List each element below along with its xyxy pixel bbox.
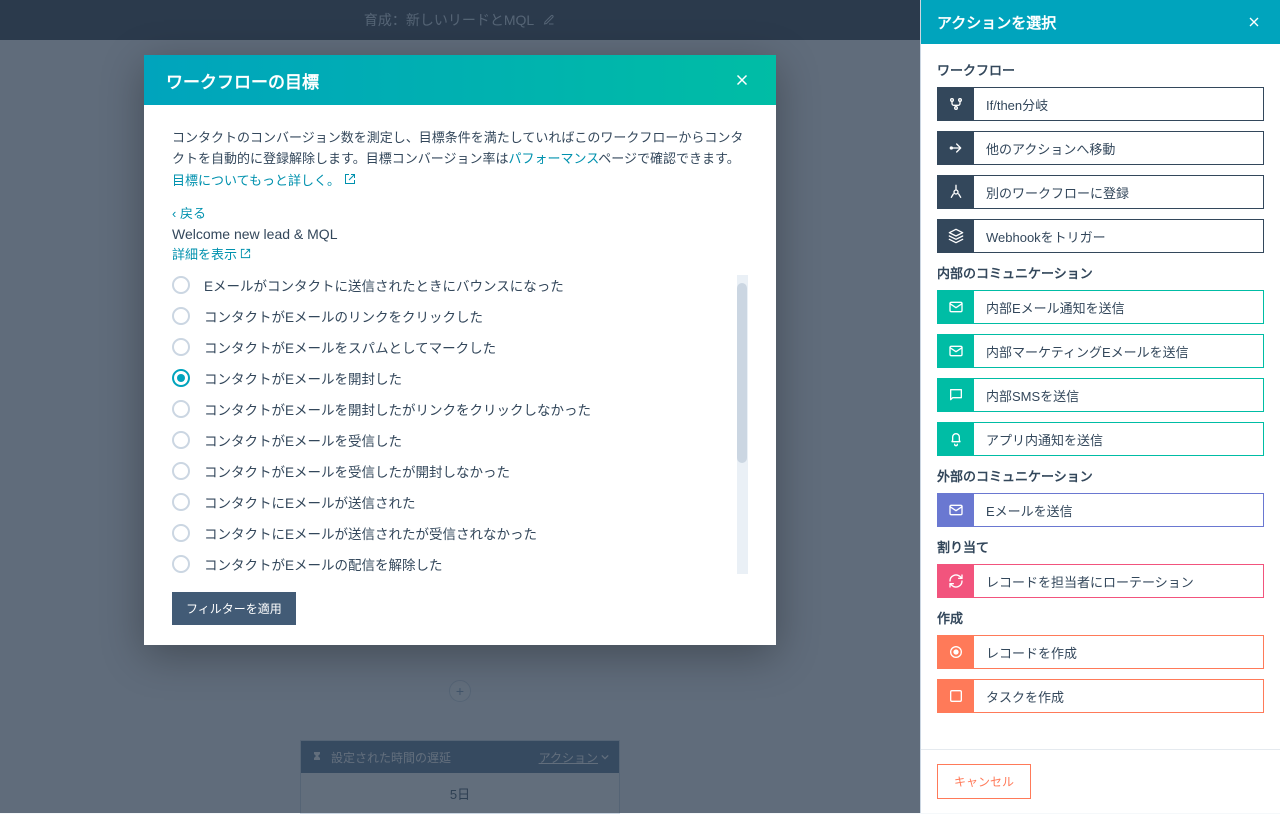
action-label: タスクを作成 bbox=[974, 680, 1263, 712]
goal-option[interactable]: コンタクトがEメールをスパムとしてマークした bbox=[172, 337, 739, 357]
cancel-button[interactable]: キャンセル bbox=[937, 764, 1031, 799]
bell-icon bbox=[938, 423, 974, 455]
mail-icon bbox=[938, 291, 974, 323]
action-label: Webhookをトリガー bbox=[974, 220, 1263, 252]
goal-option-label: コンタクトにEメールが送信された bbox=[204, 492, 416, 512]
radio-icon bbox=[172, 276, 190, 294]
goal-option-label: コンタクトにEメールが送信されたが受信されなかった bbox=[204, 523, 537, 543]
action-label: 他のアクションへ移動 bbox=[974, 132, 1263, 164]
record-icon bbox=[938, 636, 974, 668]
goal-option[interactable]: コンタクトにEメールが送信された bbox=[172, 492, 739, 512]
rotate-icon bbox=[938, 565, 974, 597]
mail-icon bbox=[938, 494, 974, 526]
action-item[interactable]: 内部マーケティングEメールを送信 bbox=[937, 334, 1264, 368]
action-item[interactable]: 別のワークフローに登録 bbox=[937, 175, 1264, 209]
goal-option-label: コンタクトがEメールをスパムとしてマークした bbox=[204, 337, 496, 357]
action-label: アプリ内通知を送信 bbox=[974, 423, 1263, 455]
goal-option[interactable]: コンタクトがEメールを開封した bbox=[172, 368, 739, 388]
section-title: 割り当て bbox=[937, 537, 1264, 556]
radio-icon bbox=[172, 431, 190, 449]
modal-header: ワークフローの目標 bbox=[144, 55, 776, 105]
goal-option[interactable]: コンタクトがEメールのリンクをクリックした bbox=[172, 306, 739, 326]
show-details-link[interactable]: 詳細を表示 bbox=[172, 244, 251, 263]
scrollbar-thumb[interactable] bbox=[737, 283, 747, 463]
action-item[interactable]: Eメールを送信 bbox=[937, 493, 1264, 527]
action-label: レコードを担当者にローテーション bbox=[974, 565, 1263, 597]
action-item[interactable]: Webhookをトリガー bbox=[937, 219, 1264, 253]
action-item[interactable]: タスクを作成 bbox=[937, 679, 1264, 713]
action-label: レコードを作成 bbox=[974, 636, 1263, 668]
action-panel: アクションを選択 ワークフロー If/then分岐他のアクションへ移動別のワークフ… bbox=[920, 0, 1280, 813]
section-title: 内部のコミュニケーション bbox=[937, 263, 1264, 282]
goal-option-label: コンタクトがEメールのリンクをクリックした bbox=[204, 306, 483, 326]
apply-filter-button[interactable]: フィルターを適用 bbox=[172, 592, 296, 625]
radio-icon bbox=[172, 524, 190, 542]
task-icon bbox=[938, 680, 974, 712]
close-icon[interactable] bbox=[730, 68, 754, 92]
section-title: 作成 bbox=[937, 608, 1264, 627]
back-link[interactable]: ‹ 戻る bbox=[172, 203, 748, 222]
modal-title: ワークフローの目標 bbox=[166, 68, 730, 93]
goto-icon bbox=[938, 132, 974, 164]
action-label: 内部マーケティングEメールを送信 bbox=[974, 335, 1263, 367]
goal-options-list: Eメールがコンタクトに送信されたときにバウンスになったコンタクトがEメールのリン… bbox=[172, 275, 748, 574]
action-item[interactable]: レコードを作成 bbox=[937, 635, 1264, 669]
workflow-name: Welcome new lead & MQL bbox=[172, 226, 748, 242]
goal-option-label: コンタクトがEメールを受信した bbox=[204, 430, 402, 450]
performance-link[interactable]: パフォーマンス bbox=[508, 151, 598, 166]
radio-icon bbox=[172, 369, 190, 387]
action-item[interactable]: 内部SMSを送信 bbox=[937, 378, 1264, 412]
panel-title: アクションを選択 bbox=[937, 12, 1244, 33]
panel-header: アクションを選択 bbox=[921, 0, 1280, 44]
action-label: 内部SMSを送信 bbox=[974, 379, 1263, 411]
radio-icon bbox=[172, 493, 190, 511]
goal-option-label: コンタクトがEメールを受信したが開封しなかった bbox=[204, 461, 510, 481]
action-item[interactable]: 内部Eメール通知を送信 bbox=[937, 290, 1264, 324]
modal-description: コンタクトのコンバージョン数を測定し、目標条件を満たしていればこのワークフローか… bbox=[172, 127, 748, 170]
modal-overlay: ワークフローの目標 コンタクトのコンバージョン数を測定し、目標条件を満たしていれ… bbox=[0, 0, 920, 813]
goal-option-label: Eメールがコンタクトに送信されたときにバウンスになった bbox=[204, 275, 564, 295]
goal-option[interactable]: コンタクトにEメールが送信されたが受信されなかった bbox=[172, 523, 739, 543]
section-title: ワークフロー bbox=[937, 60, 1264, 79]
radio-icon bbox=[172, 462, 190, 480]
enroll-icon bbox=[938, 176, 974, 208]
goal-option-label: コンタクトがEメールの配信を解除した bbox=[204, 554, 443, 574]
goal-option-label: コンタクトがEメールを開封したがリンクをクリックしなかった bbox=[204, 399, 591, 419]
goal-option[interactable]: コンタクトがEメールを開封したがリンクをクリックしなかった bbox=[172, 399, 739, 419]
goal-option[interactable]: コンタクトがEメールを受信した bbox=[172, 430, 739, 450]
action-label: Eメールを送信 bbox=[974, 494, 1263, 526]
close-icon[interactable] bbox=[1244, 12, 1264, 32]
goal-option[interactable]: コンタクトがEメールを受信したが開封しなかった bbox=[172, 461, 739, 481]
mail-icon bbox=[938, 335, 974, 367]
sms-icon bbox=[938, 379, 974, 411]
webhook-icon bbox=[938, 220, 974, 252]
section-title: 外部のコミュニケーション bbox=[937, 466, 1264, 485]
action-label: If/then分岐 bbox=[974, 88, 1263, 120]
learn-more-link[interactable]: 目標についてもっと詳しく。 bbox=[172, 170, 356, 189]
goal-option-label: コンタクトがEメールを開封した bbox=[204, 368, 402, 388]
action-label: 別のワークフローに登録 bbox=[974, 176, 1263, 208]
action-item[interactable]: 他のアクションへ移動 bbox=[937, 131, 1264, 165]
radio-icon bbox=[172, 555, 190, 573]
radio-icon bbox=[172, 338, 190, 356]
radio-icon bbox=[172, 400, 190, 418]
action-label: 内部Eメール通知を送信 bbox=[974, 291, 1263, 323]
goal-option[interactable]: Eメールがコンタクトに送信されたときにバウンスになった bbox=[172, 275, 739, 295]
action-item[interactable]: レコードを担当者にローテーション bbox=[937, 564, 1264, 598]
radio-icon bbox=[172, 307, 190, 325]
branch-icon bbox=[938, 88, 974, 120]
action-item[interactable]: If/then分岐 bbox=[937, 87, 1264, 121]
action-item[interactable]: アプリ内通知を送信 bbox=[937, 422, 1264, 456]
goal-modal: ワークフローの目標 コンタクトのコンバージョン数を測定し、目標条件を満たしていれ… bbox=[144, 55, 776, 645]
goal-option[interactable]: コンタクトがEメールの配信を解除した bbox=[172, 554, 739, 574]
